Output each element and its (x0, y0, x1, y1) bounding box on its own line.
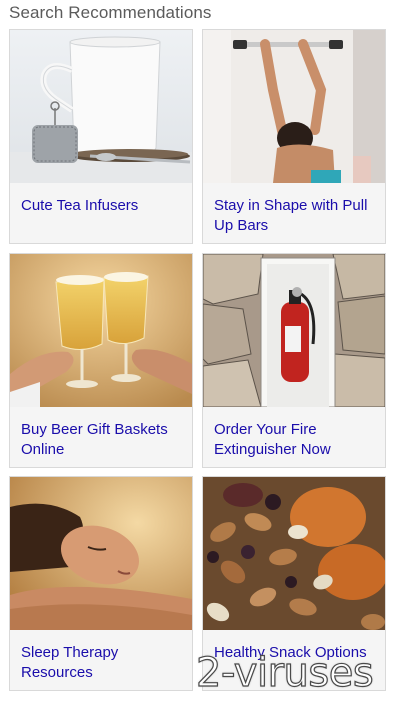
card-label[interactable]: Sleep Therapy Resources (21, 643, 187, 683)
beer-glasses-image (10, 254, 192, 407)
fire-extinguisher-image (203, 254, 385, 407)
card-label[interactable]: Order Your Fire Extinguisher Now (214, 420, 380, 460)
recommendation-grid: Cute Tea Infusers Stay in Shape with Pul… (0, 0, 400, 701)
recommendation-card-sleep-therapy[interactable]: Sleep Therapy Resources (9, 476, 193, 691)
recommendation-card-pull-up-bars[interactable]: Stay in Shape with Pull Up Bars (202, 29, 386, 244)
card-label[interactable]: Stay in Shape with Pull Up Bars (214, 196, 380, 236)
card-label[interactable]: Cute Tea Infusers (21, 196, 187, 216)
nuts-and-dried-fruit-image (203, 477, 385, 630)
pull-up-bar-image (203, 30, 385, 183)
recommendation-card-beer-gift-baskets[interactable]: Buy Beer Gift Baskets Online (9, 253, 193, 468)
sleeping-woman-image (10, 477, 192, 630)
recommendation-card-fire-extinguisher[interactable]: Order Your Fire Extinguisher Now (202, 253, 386, 468)
card-label[interactable]: Buy Beer Gift Baskets Online (21, 420, 187, 460)
tea-infuser-image (10, 30, 192, 183)
recommendation-card-tea-infusers[interactable]: Cute Tea Infusers (9, 29, 193, 244)
watermark-logo: 2-viruses (195, 649, 374, 696)
